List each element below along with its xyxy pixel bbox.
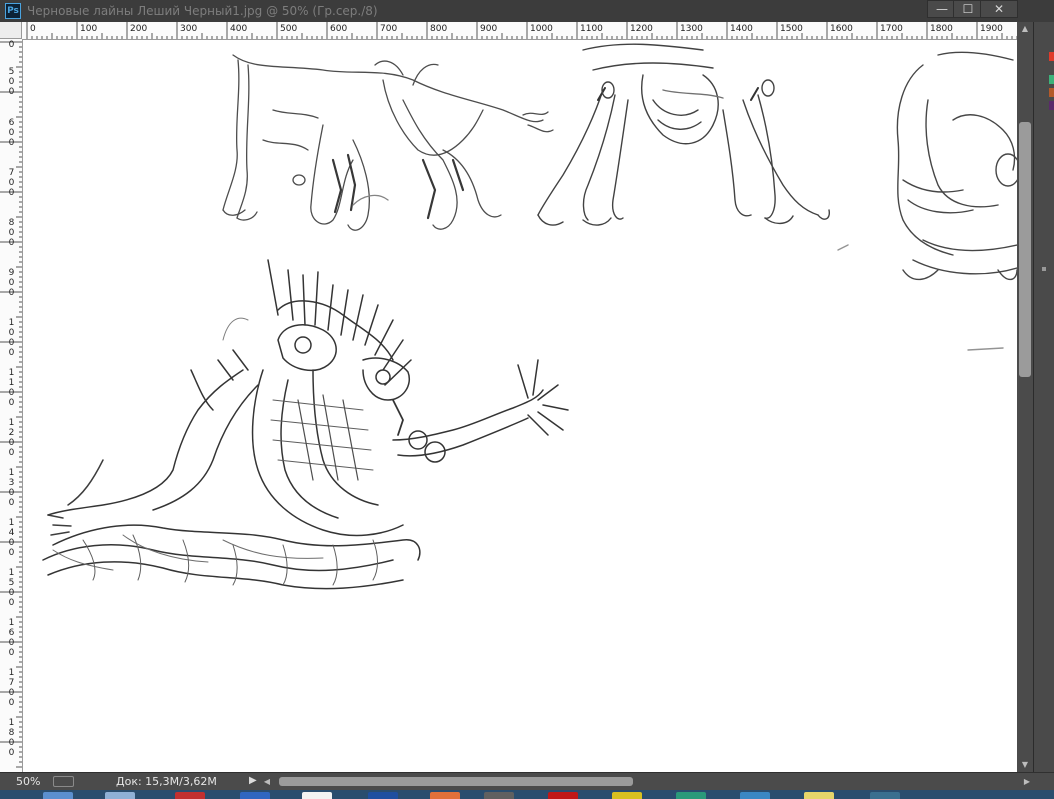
- vertical-ruler-label: 1800: [8, 718, 15, 758]
- status-menu-arrow-icon[interactable]: ▶: [249, 775, 257, 786]
- horizontal-ruler-label: 300: [180, 24, 198, 34]
- sketch-creature-top-middle: [537, 43, 831, 226]
- horizontal-ruler-label: 400: [230, 24, 248, 34]
- horizontal-ruler-ticks: [26, 22, 1017, 39]
- vertical-ruler-label: 1300: [8, 468, 15, 508]
- horizontal-ruler-label: 1900: [980, 24, 1003, 34]
- document-size[interactable]: Док: 15,3M/3,62M: [116, 775, 217, 788]
- window-titlebar: Ps Черновые лайны Леший Черный1.jpg @ 50…: [0, 0, 1054, 23]
- swatch-green[interactable]: [1049, 75, 1054, 84]
- taskbar-app-icon[interactable]: [430, 792, 460, 799]
- panel-collapse-icon[interactable]: [1042, 267, 1046, 271]
- taskbar-app-icon[interactable]: [175, 792, 205, 799]
- swatch-red[interactable]: [1049, 52, 1054, 61]
- vertical-ruler-label: 1700: [8, 668, 15, 708]
- horizontal-scrollbar[interactable]: ◀ ▶: [261, 774, 1033, 789]
- vertical-ruler-label: 500: [8, 67, 15, 97]
- horizontal-ruler-label: 800: [430, 24, 448, 34]
- horizontal-ruler-label: 1500: [780, 24, 803, 34]
- scroll-up-arrow-icon[interactable]: ▲: [1017, 22, 1033, 36]
- taskbar-app-icon[interactable]: [804, 792, 834, 799]
- horizontal-ruler-label: 1000: [530, 24, 553, 34]
- vertical-ruler-label: 1600: [8, 618, 15, 658]
- vertical-scroll-thumb[interactable]: [1019, 122, 1031, 377]
- scroll-left-arrow-icon[interactable]: ◀: [261, 774, 273, 789]
- status-bar: 50% Док: 15,3M/3,62M ▶ ◀ ▶: [0, 772, 1054, 790]
- horizontal-ruler-label: 600: [330, 24, 348, 34]
- horizontal-scroll-thumb[interactable]: [279, 777, 633, 786]
- horizontal-ruler-label: 700: [380, 24, 398, 34]
- horizontal-ruler-label: 1300: [680, 24, 703, 34]
- taskbar-app-icon[interactable]: [105, 792, 135, 799]
- photoshop-app-icon: Ps: [5, 3, 21, 19]
- zoom-level[interactable]: 50%: [16, 775, 40, 788]
- sketch-artwork: [42, 43, 1017, 590]
- document-canvas[interactable]: [23, 40, 1017, 772]
- horizontal-ruler[interactable]: 0 100 200 300 400 500 600 700 800 900 1000 1100 1200…: [22, 22, 1017, 40]
- taskbar-app-icon[interactable]: [548, 792, 578, 799]
- horizontal-ruler-label: 1600: [830, 24, 853, 34]
- taskbar-app-icon[interactable]: [368, 792, 398, 799]
- horizontal-ruler-label: 100: [80, 24, 98, 34]
- vertical-ruler-label: 1500: [8, 568, 15, 608]
- swatch-purple[interactable]: [1049, 101, 1054, 110]
- taskbar-app-icon[interactable]: [240, 792, 270, 799]
- vertical-ruler-label: 0: [8, 40, 15, 50]
- scroll-right-arrow-icon[interactable]: ▶: [1021, 774, 1033, 789]
- swatch-orange[interactable]: [1049, 88, 1054, 97]
- vertical-ruler-label: 1100: [8, 368, 15, 408]
- taskbar-app-icon[interactable]: [740, 792, 770, 799]
- sketch-creature-top-left: [222, 54, 554, 231]
- taskbar-app-icon[interactable]: [43, 792, 73, 799]
- vertical-ruler[interactable]: 0 500 600 700 800 900 1000 1100 1200 1300 1400 1500…: [0, 39, 23, 772]
- horizontal-ruler-label: 1800: [930, 24, 953, 34]
- maximize-button[interactable]: ☐: [953, 0, 983, 18]
- horizontal-ruler-label: 1200: [630, 24, 653, 34]
- vertical-ruler-label: 600: [8, 118, 15, 148]
- horizontal-ruler-label: 500: [280, 24, 298, 34]
- horizontal-ruler-label: 0: [30, 24, 36, 34]
- horizontal-ruler-label: 200: [130, 24, 148, 34]
- sketch-creature-right-edge: [837, 51, 1017, 351]
- taskbar-app-icon[interactable]: [302, 792, 332, 799]
- close-button[interactable]: ✕: [980, 0, 1018, 18]
- os-taskbar: [0, 790, 1054, 799]
- vertical-scrollbar[interactable]: ▲ ▼: [1017, 22, 1033, 772]
- vertical-ruler-label: 1200: [8, 418, 15, 458]
- sketch-creature-main: [42, 259, 569, 590]
- zoom-tool-icon[interactable]: [53, 776, 74, 787]
- taskbar-app-icon[interactable]: [612, 792, 642, 799]
- document-title: Черновые лайны Леший Черный1.jpg @ 50% (…: [27, 4, 378, 18]
- vertical-ruler-label: 1000: [8, 318, 15, 358]
- horizontal-ruler-label: 1100: [580, 24, 603, 34]
- horizontal-ruler-label: 900: [480, 24, 498, 34]
- vertical-ruler-label: 700: [8, 168, 15, 198]
- horizontal-ruler-label: 1400: [730, 24, 753, 34]
- taskbar-app-icon[interactable]: [676, 792, 706, 799]
- taskbar-app-icon[interactable]: [870, 792, 900, 799]
- right-panel-strip: [1033, 22, 1054, 772]
- scroll-down-arrow-icon[interactable]: ▼: [1017, 758, 1033, 772]
- taskbar-app-icon[interactable]: [484, 792, 514, 799]
- vertical-ruler-label: 900: [8, 268, 15, 298]
- vertical-ruler-label: 1400: [8, 518, 15, 558]
- horizontal-ruler-label: 1700: [880, 24, 903, 34]
- vertical-ruler-label: 800: [8, 218, 15, 248]
- ruler-origin-corner[interactable]: [0, 22, 22, 39]
